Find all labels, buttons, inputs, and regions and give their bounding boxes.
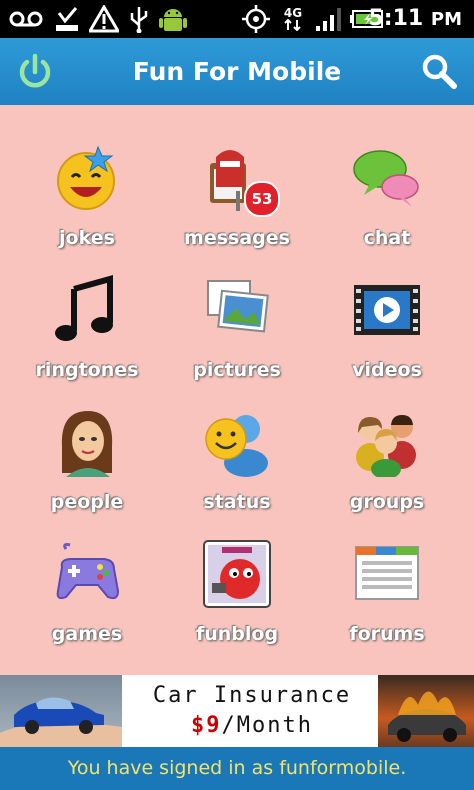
grid-item-status[interactable]: status bbox=[158, 377, 316, 513]
ad-banner[interactable]: Car Insurance $9/Month bbox=[0, 675, 474, 747]
status-icon bbox=[205, 415, 268, 477]
ad-period: /Month bbox=[221, 713, 313, 738]
network-4g-icon: 4G bbox=[276, 4, 310, 34]
grid-item-funblog[interactable]: funblog bbox=[158, 509, 316, 645]
app-header: Fun For Mobile bbox=[0, 38, 474, 105]
gps-icon bbox=[240, 4, 272, 34]
grid-item-chat[interactable]: chat bbox=[308, 113, 466, 249]
grid-item-messages[interactable]: 53 messages bbox=[158, 113, 316, 249]
clock-ampm: PM bbox=[430, 9, 462, 30]
forum-window-icon bbox=[355, 546, 419, 600]
ad-price-line: $9/Month bbox=[126, 713, 378, 738]
gamepad-icon bbox=[56, 543, 120, 600]
page-title: Fun For Mobile bbox=[132, 57, 342, 86]
status-bar: 4G 5:11 PM bbox=[0, 0, 474, 38]
message-count-badge: 53 bbox=[244, 181, 280, 217]
signed-in-status: You have signed in as funformobile. bbox=[0, 747, 474, 790]
grid-item-people[interactable]: people bbox=[8, 377, 166, 513]
burning-car-image bbox=[378, 675, 474, 747]
ad-price: $9 bbox=[191, 713, 222, 738]
grid-item-jokes[interactable]: jokes bbox=[8, 113, 166, 249]
grid-item-games[interactable]: games bbox=[8, 509, 166, 645]
download-done-icon bbox=[52, 4, 82, 34]
search-icon bbox=[422, 54, 457, 89]
voicemail-icon bbox=[8, 4, 44, 34]
android-icon bbox=[156, 4, 190, 34]
usb-icon bbox=[128, 4, 150, 34]
car-in-hands-image bbox=[0, 675, 122, 747]
clock-time: 5:11 bbox=[368, 6, 424, 31]
clock: 5:11 PM bbox=[368, 4, 462, 34]
signal-icon bbox=[314, 4, 344, 34]
music-note-icon bbox=[55, 275, 113, 341]
laughing-face-icon bbox=[57, 145, 115, 210]
grid-item-label: forums bbox=[349, 623, 425, 645]
menu-grid: jokes 53 messages chat ringtones picture… bbox=[0, 105, 474, 675]
grid-item-videos[interactable]: videos bbox=[308, 245, 466, 381]
grid-item-label: funblog bbox=[195, 623, 279, 645]
grid-item-pictures[interactable]: pictures bbox=[158, 245, 316, 381]
warning-icon bbox=[88, 4, 120, 34]
funblog-icon bbox=[203, 540, 271, 608]
grid-item-forums[interactable]: forums bbox=[308, 509, 466, 645]
person-avatar-icon bbox=[61, 411, 113, 477]
chat-bubbles-icon bbox=[353, 150, 419, 207]
grid-item-groups[interactable]: groups bbox=[308, 377, 466, 513]
grid-item-ringtones[interactable]: ringtones bbox=[8, 245, 166, 381]
search-button[interactable] bbox=[416, 49, 462, 95]
ad-headline: Car Insurance bbox=[152, 683, 352, 708]
group-icon bbox=[356, 415, 416, 477]
film-strip-icon bbox=[354, 285, 420, 335]
network-label: 4G bbox=[283, 6, 303, 20]
pictures-icon bbox=[207, 280, 269, 333]
grid-item-label: games bbox=[51, 623, 123, 645]
